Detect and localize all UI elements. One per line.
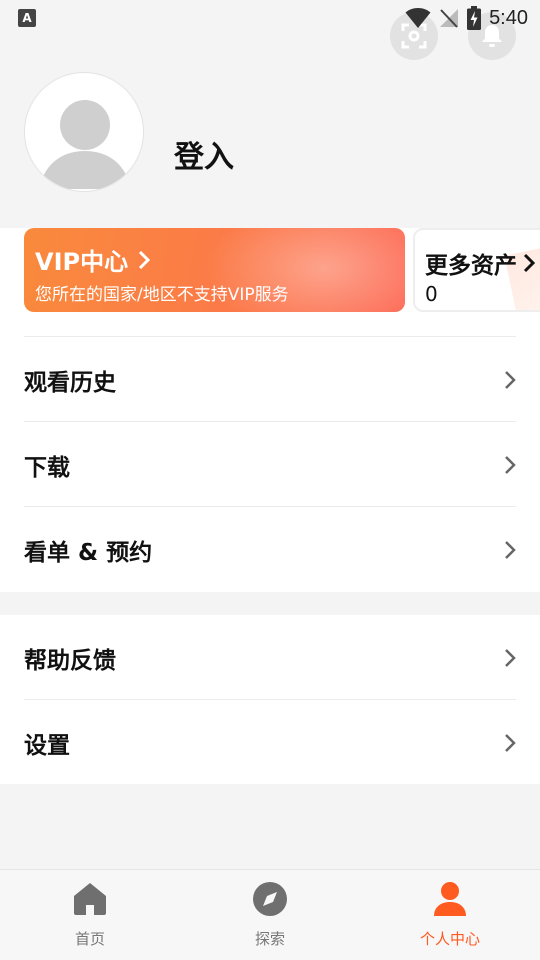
status-bar: A 5:40 — [0, 0, 540, 36]
vip-title-text: VIP中心 — [35, 248, 129, 276]
nav-label: 首页 — [74, 930, 105, 948]
chevron-right-icon — [139, 250, 151, 269]
chevron-right-icon — [505, 648, 516, 667]
menu-item-settings[interactable]: 设置 — [24, 700, 516, 785]
menu-item-label: 帮助反馈 — [24, 647, 116, 674]
no-signal-icon — [440, 9, 459, 28]
menu-item-label: 看单 & 预约 — [24, 539, 153, 566]
assets-title-text: 更多资产 — [425, 253, 517, 279]
compass-icon — [253, 882, 287, 916]
battery-charging-icon — [467, 6, 482, 30]
home-icon — [74, 883, 106, 915]
nav-label: 个人中心 — [419, 930, 480, 948]
chevron-right-icon — [505, 455, 516, 474]
login-link[interactable]: 登入 — [174, 132, 234, 176]
settings-section: 帮助反馈 设置 — [0, 615, 540, 784]
chevron-right-icon — [505, 733, 516, 752]
vip-center-card[interactable]: VIP中心 您所在的国家/地区不支持VIP服务 — [24, 228, 405, 312]
menu-item-watchlist-reservations[interactable]: 看单 & 预约 — [24, 507, 516, 592]
menu-item-downloads[interactable]: 下载 — [24, 422, 516, 507]
bottom-navigation: 首页 探索 个人中心 — [0, 869, 540, 960]
nav-item-explore[interactable]: 探索 — [180, 870, 360, 960]
person-icon — [434, 882, 466, 916]
menu-item-help-feedback[interactable]: 帮助反馈 — [24, 615, 516, 700]
nav-item-home[interactable]: 首页 — [0, 870, 180, 960]
nav-label: 探索 — [254, 930, 285, 948]
assets-title: 更多资产 — [425, 246, 535, 280]
menu-item-label: 设置 — [24, 732, 70, 759]
vip-title: VIP中心 — [35, 242, 151, 277]
menu-item-watch-history[interactable]: 观看历史 — [24, 337, 516, 422]
assets-value: 0 — [425, 282, 438, 306]
default-avatar-icon — [39, 100, 131, 189]
chevron-right-icon — [523, 253, 535, 273]
menu-item-label: 下载 — [24, 454, 70, 481]
chevron-right-icon — [505, 540, 516, 559]
more-assets-card[interactable]: 更多资产 0 — [413, 228, 540, 312]
vip-subtitle: 您所在的国家/地区不支持VIP服务 — [35, 285, 289, 305]
menu-item-label: 观看历史 — [24, 369, 116, 396]
avatar[interactable] — [24, 72, 144, 192]
nav-item-profile[interactable]: 个人中心 — [360, 870, 540, 960]
keyboard-notification-icon: A — [18, 9, 36, 27]
chevron-right-icon — [505, 370, 516, 389]
wifi-icon — [405, 8, 431, 28]
status-time: 5:40 — [489, 6, 528, 29]
account-section: VIP中心 您所在的国家/地区不支持VIP服务 更多资产 0 观看历史 下载 看… — [0, 228, 540, 592]
